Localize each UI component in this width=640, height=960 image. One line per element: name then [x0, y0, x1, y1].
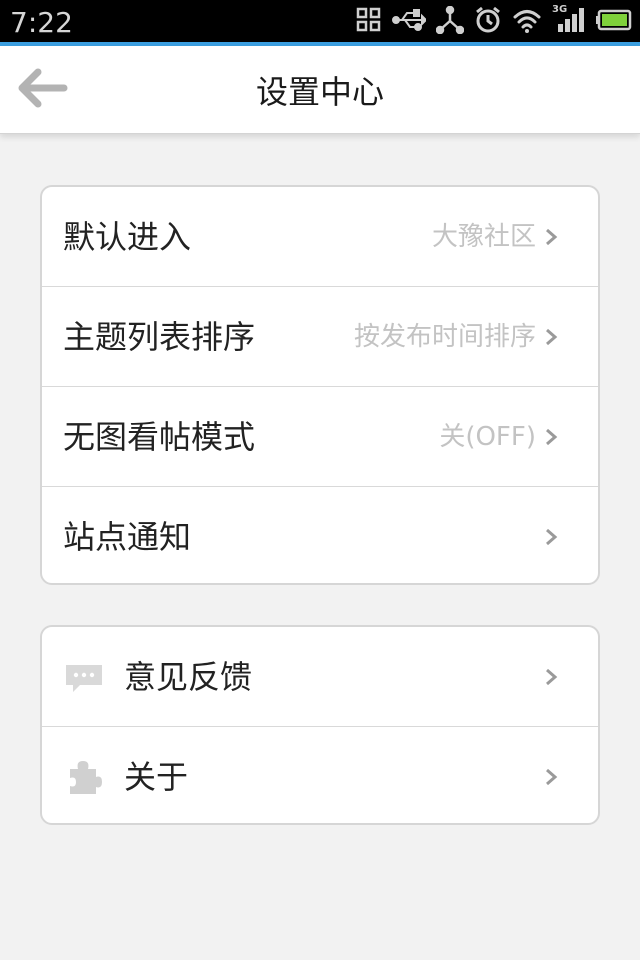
setting-label: 默认进入 — [63, 218, 192, 256]
wifi-icon — [512, 7, 542, 37]
setting-label: 主题列表排序 — [63, 318, 256, 356]
chevron-right-icon — [546, 228, 558, 246]
setting-label: 站点通知 — [63, 518, 192, 556]
chevron-right-icon — [546, 528, 558, 546]
setting-default-entry[interactable]: 默认进入 大豫社区 — [42, 187, 598, 287]
chat-bubble-icon — [66, 665, 102, 692]
menu-item-about[interactable]: 关于 — [42, 727, 598, 823]
signal-3g-icon: 3G — [552, 4, 586, 38]
usb-icon — [392, 8, 428, 36]
chevron-right-icon — [546, 668, 558, 686]
battery-icon — [596, 9, 632, 35]
menu-item-feedback[interactable]: 意见反馈 — [42, 627, 598, 727]
setting-label: 无图看帖模式 — [63, 418, 256, 456]
puzzle-icon — [70, 761, 102, 794]
page-title: 设置中心 — [255, 73, 384, 111]
share-icon — [435, 5, 465, 38]
setting-site-notifications[interactable]: 站点通知 — [42, 487, 598, 583]
setting-value: 大豫社区 — [431, 222, 536, 252]
setting-topic-sort[interactable]: 主题列表排序 按发布时间排序 — [42, 287, 598, 387]
setting-value: 按发布时间排序 — [353, 322, 536, 352]
network-type-label: 3G — [552, 4, 568, 15]
setting-no-image-mode[interactable]: 无图看帖模式 关(OFF) — [42, 387, 598, 487]
title-bar: 设置中心 — [0, 46, 640, 134]
menu-item-label: 意见反馈 — [124, 658, 253, 696]
chevron-right-icon — [546, 428, 558, 446]
settings-group: 默认进入 大豫社区 主题列表排序 按发布时间排序 无图看帖模式 关(OFF) 站… — [40, 185, 600, 585]
more-group: 意见反馈 关于 — [40, 625, 600, 825]
chevron-right-icon — [546, 328, 558, 346]
apps-grid-icon — [356, 7, 382, 37]
status-icons: 3G — [356, 4, 632, 38]
alarm-icon — [474, 6, 502, 38]
status-time: 7:22 — [10, 6, 73, 39]
chevron-right-icon — [546, 768, 558, 786]
setting-value: 关(OFF) — [439, 422, 536, 452]
status-bar: 7:22 3G — [0, 0, 640, 46]
menu-item-label: 关于 — [124, 758, 189, 796]
